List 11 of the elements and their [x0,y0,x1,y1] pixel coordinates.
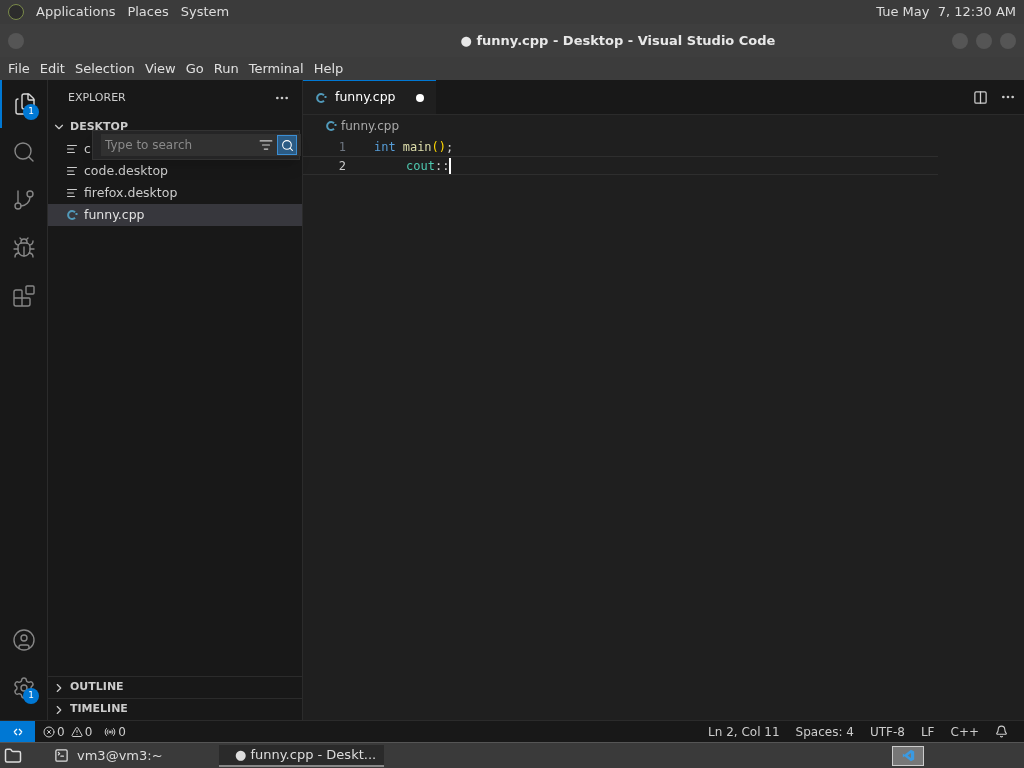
folder-name: DESKTOP [70,118,128,135]
section-title: OUTLINE [70,679,124,696]
section-title: TIMELINE [70,701,128,718]
window-title: ● funny.cpp - Desktop - Visual Studio Code [459,31,777,50]
code-line: 1 int main(); [303,137,938,156]
line-number: 2 [337,157,347,175]
line-number: 1 [337,138,347,156]
badge: 1 [23,104,39,120]
badge: 1 [23,688,39,704]
sidebar-title: EXPLORER [68,89,126,106]
code-line: 2 cout:: [303,156,938,175]
